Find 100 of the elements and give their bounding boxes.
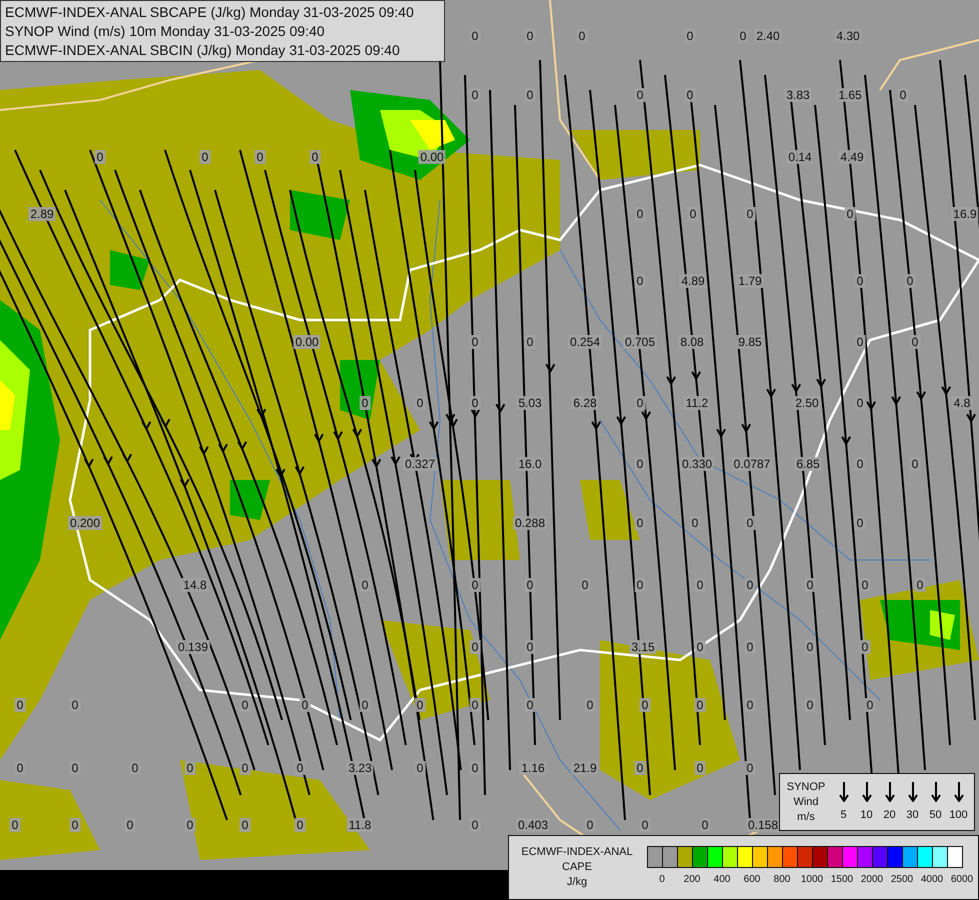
map-value: 0.403 bbox=[516, 818, 550, 832]
map-value: 16.9 bbox=[951, 207, 979, 221]
map-value: 0 bbox=[910, 335, 920, 349]
map-value: 0 bbox=[690, 516, 700, 530]
map-value: 0.14 bbox=[786, 150, 814, 164]
map-value: 0 bbox=[310, 150, 320, 164]
map-value: 14.8 bbox=[181, 578, 209, 592]
map-value: 0 bbox=[294, 761, 306, 775]
map-value: 0 bbox=[860, 578, 870, 592]
map-value: 0 bbox=[634, 516, 646, 530]
scale-label: 6000 bbox=[950, 874, 974, 884]
map-value: 0 bbox=[184, 761, 196, 775]
map-value: 0 bbox=[854, 335, 866, 349]
map-title: ECMWF-INDEX-ANAL SBCIN (J/kg) Monday 31-03-2025 09:40 bbox=[5, 41, 401, 59]
scale-label: 600 bbox=[744, 874, 760, 884]
map-value: 0 bbox=[744, 640, 756, 654]
map-value: 0 bbox=[294, 818, 306, 832]
map-value: 0 bbox=[470, 29, 480, 43]
scale-label: 4000 bbox=[920, 874, 944, 884]
map-value: 0 bbox=[684, 29, 696, 43]
map-value: 0 bbox=[634, 88, 646, 102]
scale-label: 200 bbox=[684, 874, 700, 884]
map-value: 0 bbox=[694, 640, 706, 654]
map-value: 0 bbox=[910, 457, 920, 471]
map-value: 0 bbox=[854, 274, 866, 288]
scale-label: 1000 bbox=[800, 874, 824, 884]
map-value: 0 bbox=[524, 335, 536, 349]
map-value: 0 bbox=[414, 698, 426, 712]
legend-title: J/kg bbox=[566, 875, 588, 890]
speed-label: 30 bbox=[906, 808, 919, 822]
map-value: 0 bbox=[640, 698, 650, 712]
map-value: 0 bbox=[524, 640, 536, 654]
map-value: 0 bbox=[584, 698, 596, 712]
map-title: SYNOP Wind (m/s) 10m Monday 31-03-2025 09:40 bbox=[5, 22, 326, 40]
scale-label: 400 bbox=[714, 874, 730, 884]
map-value: 0 bbox=[124, 818, 136, 832]
map-value: 0 bbox=[640, 818, 650, 832]
map-value: 0.288 bbox=[512, 516, 548, 530]
map-value: 11.8 bbox=[346, 818, 374, 832]
map-value: 0 bbox=[14, 698, 26, 712]
arrow-icon bbox=[838, 782, 848, 802]
map-value: 0.330 bbox=[680, 457, 714, 471]
map-value: 0 bbox=[744, 516, 756, 530]
map-value: 0 bbox=[524, 88, 536, 102]
map-value: 0 bbox=[694, 761, 706, 775]
map-value: 0 bbox=[470, 578, 480, 592]
map-value: 4.89 bbox=[679, 274, 707, 288]
map-value: 1.16 bbox=[519, 761, 547, 775]
map-value: 0 bbox=[360, 396, 370, 410]
map-value: 0 bbox=[524, 578, 536, 592]
map-value: 0 bbox=[254, 150, 266, 164]
arrow-icon bbox=[884, 782, 894, 802]
map-value: 8.08 bbox=[678, 335, 706, 349]
speed-label: 10 bbox=[860, 808, 873, 822]
map-value: 4.30 bbox=[834, 29, 862, 43]
map-value: 0 bbox=[240, 698, 250, 712]
map-value: 0 bbox=[684, 88, 696, 102]
map-value: 0 bbox=[860, 640, 870, 654]
map-value: 0 bbox=[94, 150, 106, 164]
map-value: 0 bbox=[898, 88, 908, 102]
map-value: 0 bbox=[634, 274, 646, 288]
map-value: 0.705 bbox=[622, 335, 658, 349]
map-value: 3.15 bbox=[629, 640, 657, 654]
map-value: 0 bbox=[470, 698, 480, 712]
map-value: 4.49 bbox=[838, 150, 866, 164]
map-value: 0 bbox=[10, 818, 20, 832]
map-value: 0 bbox=[70, 761, 80, 775]
map-value: 0 bbox=[634, 457, 646, 471]
map-value: 6.28 bbox=[571, 396, 599, 410]
map-value: 0 bbox=[694, 698, 706, 712]
map-value: 0 bbox=[688, 207, 698, 221]
map-value: 0 bbox=[744, 578, 756, 592]
map-value: 0 bbox=[804, 640, 816, 654]
map-value: 4.8 bbox=[952, 396, 972, 410]
map-value: 0 bbox=[864, 698, 876, 712]
map-value: 0 bbox=[844, 207, 856, 221]
map-value: 0 bbox=[470, 818, 480, 832]
map-value: 0 bbox=[240, 761, 250, 775]
map-value: 1.65 bbox=[836, 88, 864, 102]
map-value: 0 bbox=[634, 761, 646, 775]
map-value: 0 bbox=[634, 578, 646, 592]
map-value: 0 bbox=[300, 698, 310, 712]
map-value: 0 bbox=[14, 761, 26, 775]
map-value: 0 bbox=[854, 396, 866, 410]
map-value: 0 bbox=[584, 818, 596, 832]
arrow-icon bbox=[954, 782, 964, 802]
map-value: 0 bbox=[360, 698, 370, 712]
speed-label: 20 bbox=[883, 808, 896, 822]
map-value: 5.03 bbox=[516, 396, 544, 410]
speed-label: 50 bbox=[929, 808, 942, 822]
arrow-icon bbox=[862, 782, 872, 802]
map-value: 0 bbox=[470, 640, 480, 654]
scale-label: 1500 bbox=[830, 874, 854, 884]
map-value: 0 bbox=[70, 698, 80, 712]
scale-label: 2000 bbox=[860, 874, 884, 884]
map-value: 6.85 bbox=[794, 457, 822, 471]
scale-label: 0 bbox=[659, 874, 665, 884]
map-value: 0 bbox=[744, 698, 756, 712]
map-value: 0 bbox=[470, 88, 480, 102]
map-value: 0 bbox=[576, 29, 588, 43]
